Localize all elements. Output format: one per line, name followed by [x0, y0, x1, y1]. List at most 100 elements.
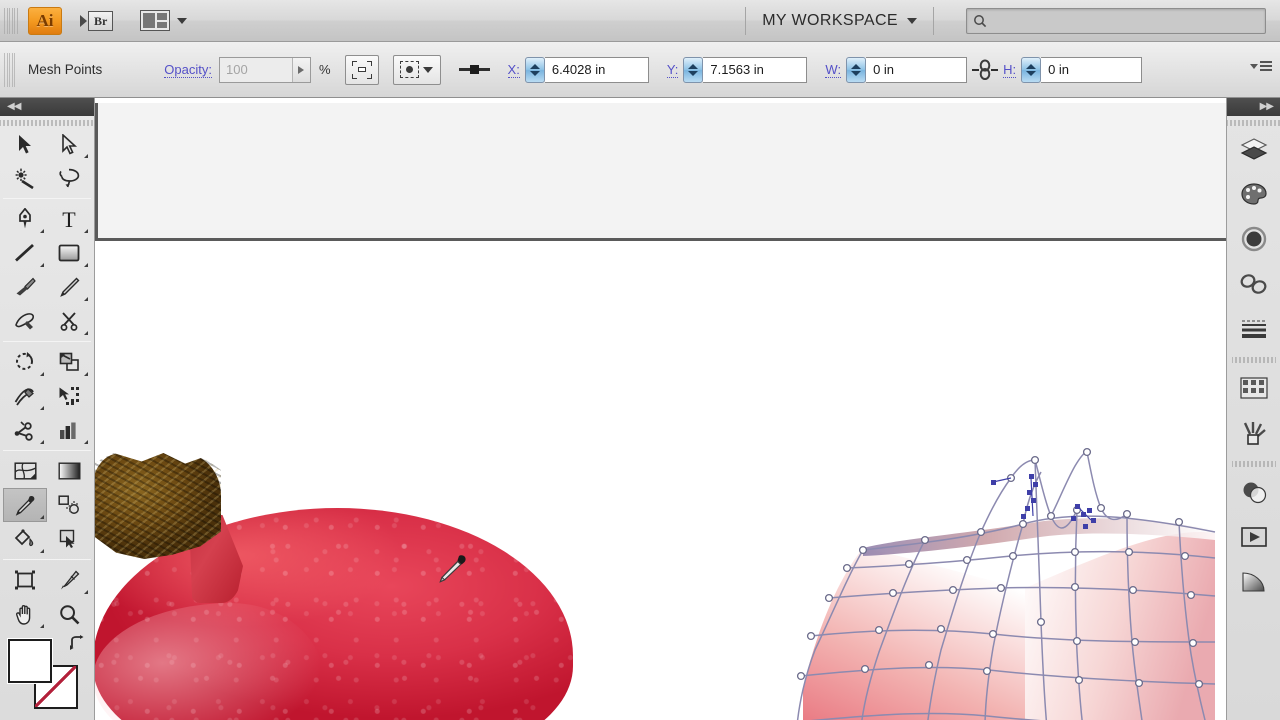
free-transform-tool[interactable] [47, 379, 91, 413]
hand-tool[interactable] [3, 597, 47, 631]
rectangle-tool[interactable] [47, 236, 91, 270]
x-field[interactable] [544, 56, 649, 83]
tool-separator-4 [3, 559, 91, 560]
selection-tool[interactable] [3, 127, 47, 161]
h-field[interactable] [1041, 56, 1143, 83]
swap-fill-stroke-icon[interactable] [69, 635, 87, 651]
slice-tool[interactable] [47, 563, 91, 597]
segment-indicator-icon [458, 65, 490, 74]
stroke-panel-icon[interactable] [1227, 306, 1280, 351]
arrange-chevron-down-icon[interactable] [177, 17, 187, 24]
type-tool[interactable]: T [47, 202, 91, 236]
dock-collapse-icon[interactable]: ▶▶ [1253, 98, 1280, 116]
column-graph-tool[interactable] [47, 413, 91, 447]
x-coordinate-group: X: [507, 56, 649, 83]
selection-type-label: Mesh Points [28, 62, 103, 77]
menubar-grip[interactable] [4, 7, 18, 34]
tools-panel-header[interactable]: ◀◀ [0, 98, 94, 116]
h-stepper[interactable] [1021, 56, 1042, 83]
workspace-switcher[interactable]: MY WORKSPACE [762, 12, 917, 30]
width-warp-tool[interactable] [3, 379, 47, 413]
show-handles-button[interactable] [392, 54, 441, 85]
rotate-tool[interactable] [3, 345, 47, 379]
tool-separator-3 [3, 450, 91, 451]
tool-separator-1 [3, 198, 91, 199]
opacity-input[interactable] [219, 62, 292, 77]
artboard-left-edge [95, 103, 98, 241]
tools-collapse-icon[interactable]: ◀◀ [0, 98, 27, 116]
pomegranate-photo[interactable] [95, 453, 593, 720]
y-input[interactable] [703, 57, 807, 82]
color-panel-icon[interactable] [1227, 171, 1280, 216]
tool-group-draw: T [3, 202, 91, 338]
symbol-sprayer-tool[interactable] [3, 413, 47, 447]
align-anchor-points-button[interactable] [344, 54, 379, 85]
w-input[interactable] [866, 57, 967, 82]
gradient-mesh-object[interactable] [775, 438, 1226, 720]
w-field[interactable] [866, 56, 968, 83]
fill-stroke-swatches [3, 635, 91, 709]
lasso-tool[interactable] [47, 161, 91, 195]
handles-chevron-down-icon[interactable] [423, 66, 434, 73]
scratch-area [95, 103, 1226, 241]
y-stepper[interactable] [683, 56, 704, 83]
pencil-tool[interactable] [47, 270, 91, 304]
eyedropper-tool[interactable] [3, 488, 47, 522]
gradient-tool[interactable] [47, 454, 91, 488]
appearance-panel-icon[interactable] [1227, 216, 1280, 261]
y-label: Y: [666, 61, 679, 78]
live-paint-selection-tool[interactable] [47, 522, 91, 556]
brushes-panel-icon[interactable] [1227, 410, 1280, 455]
bridge-arrow-icon [80, 14, 87, 27]
blend-tool[interactable] [47, 488, 91, 522]
transparency-panel-icon[interactable] [1227, 469, 1280, 514]
dock-header[interactable]: ▶▶ [1227, 98, 1280, 116]
w-stepper[interactable] [846, 56, 867, 83]
x-stepper[interactable] [524, 56, 545, 83]
gradient-panel-icon[interactable] [1227, 559, 1280, 604]
w-label: W: [825, 61, 842, 78]
document-canvas[interactable] [95, 98, 1226, 720]
blob-brush-tool[interactable] [3, 304, 47, 338]
symbols-panel-icon[interactable] [1227, 514, 1280, 559]
scale-tool[interactable] [47, 345, 91, 379]
links-panel-icon[interactable] [1227, 261, 1280, 306]
arrange-documents-icon[interactable] [140, 10, 187, 31]
opacity-field[interactable] [218, 56, 311, 83]
artboard-tool[interactable] [3, 563, 47, 597]
opacity-popup-button[interactable] [291, 57, 310, 82]
x-input[interactable] [544, 57, 648, 82]
illustrator-logo-icon[interactable]: Ai [28, 6, 62, 35]
y-coordinate-group: Y: [666, 56, 808, 83]
layers-panel-icon[interactable] [1227, 126, 1280, 171]
search-box[interactable] [966, 7, 1266, 34]
tool-group-transform [3, 345, 91, 447]
swatches-panel-icon[interactable] [1227, 365, 1280, 410]
dock-icon-list [1227, 126, 1280, 604]
magic-wand-tool[interactable] [3, 161, 47, 195]
h-input[interactable] [1041, 57, 1142, 82]
svg-text:T: T [62, 208, 76, 230]
opacity-label[interactable]: Opacity: [164, 62, 212, 78]
mesh-tool[interactable] [3, 454, 47, 488]
panel-menu-icon[interactable] [1250, 61, 1272, 71]
direct-selection-tool[interactable] [47, 127, 91, 161]
paintbrush-tool[interactable] [3, 270, 47, 304]
y-field[interactable] [703, 56, 808, 83]
live-paint-bucket-tool[interactable] [3, 522, 47, 556]
zoom-tool[interactable] [47, 597, 91, 631]
line-segment-tool[interactable] [3, 236, 47, 270]
workspace-chevron-down-icon[interactable] [907, 17, 917, 24]
chain-link-icon[interactable] [972, 57, 999, 83]
control-bar-grip[interactable] [4, 52, 16, 87]
tools-panel: ◀◀ T [0, 98, 95, 720]
dock-separator-1 [1231, 353, 1276, 363]
search-input[interactable] [992, 13, 1259, 28]
bridge-icon[interactable]: Br [80, 8, 120, 33]
fill-swatch[interactable] [8, 639, 52, 683]
scissors-tool[interactable] [47, 304, 91, 338]
dock-grip[interactable] [1227, 116, 1280, 126]
panel-dock: ▶▶ [1226, 98, 1280, 720]
pen-tool[interactable] [3, 202, 47, 236]
tools-panel-grip[interactable] [0, 116, 94, 126]
